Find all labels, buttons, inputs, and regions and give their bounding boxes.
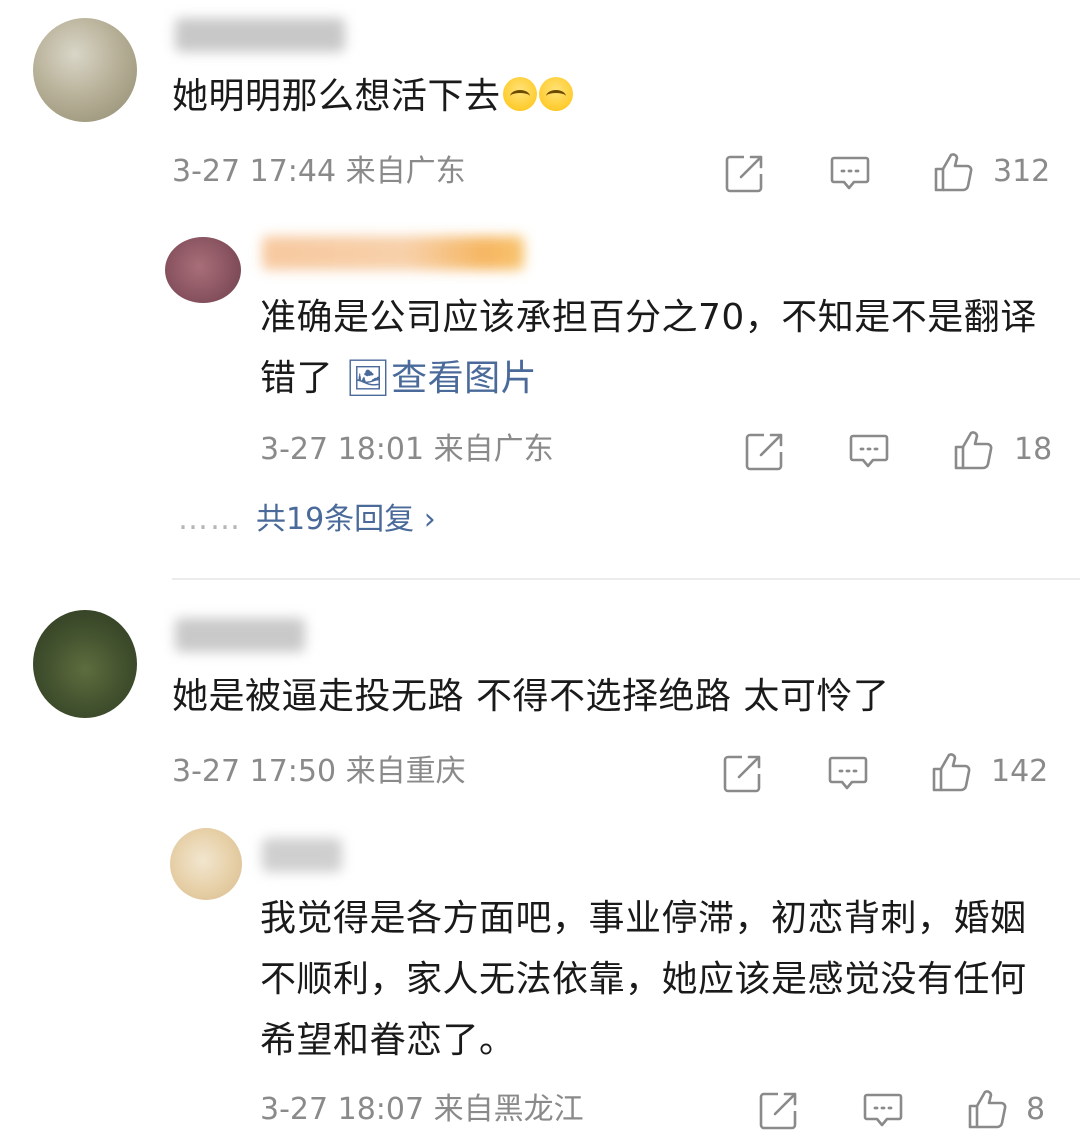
- like-count: 312: [993, 154, 1051, 189]
- comment-text: 她是被逼走投无路 不得不选择绝路 太可怜了: [172, 676, 890, 717]
- avatar[interactable]: [33, 610, 137, 718]
- share-icon[interactable]: [742, 428, 788, 474]
- username-blurred[interactable]: [262, 236, 524, 270]
- comment-time: 3-27 17:50: [172, 754, 337, 789]
- comment-text: 准确是公司应该承担百分之70，不知是不是翻译错了 🖼查看图片: [260, 297, 1037, 399]
- avatar[interactable]: [170, 828, 242, 900]
- comment-meta: 3-27 17:44 来自广东: [172, 152, 466, 192]
- like-count: 8: [1026, 1092, 1046, 1127]
- like-count: 142: [991, 754, 1049, 789]
- dots: ……: [178, 502, 242, 537]
- comment-location: 来自黑龙江: [433, 1092, 584, 1127]
- like-icon[interactable]: [928, 750, 974, 796]
- comment-meta: 3-27 17:50 来自重庆: [172, 752, 466, 792]
- comment-location: 来自广东: [345, 154, 466, 189]
- username-blurred[interactable]: [262, 838, 342, 872]
- share-icon[interactable]: [756, 1087, 802, 1133]
- username-blurred[interactable]: [175, 18, 345, 52]
- avatar[interactable]: [165, 237, 241, 303]
- comment-meta: 3-27 18:07 来自黑龙江: [260, 1090, 584, 1130]
- username-blurred[interactable]: [175, 618, 305, 652]
- comment-time: 3-27 18:07: [260, 1092, 425, 1127]
- like-icon[interactable]: [930, 150, 976, 196]
- comment-text: 我觉得是各方面吧，事业停滞，初恋背刺，婚姻不顺利，家人无法依靠，她应该是感觉没有…: [260, 898, 1027, 1061]
- view-replies-button[interactable]: …… 共19条回复 ›: [178, 500, 436, 540]
- comment-time: 3-27 17:44: [172, 154, 337, 189]
- crying-face-emoji: [502, 77, 537, 111]
- avatar[interactable]: [33, 18, 137, 122]
- comment-time: 3-27 18:01: [260, 432, 425, 467]
- comment-icon[interactable]: [827, 150, 873, 196]
- like-icon[interactable]: [950, 428, 996, 474]
- reply-count-label: 共19条回复 ›: [256, 502, 436, 537]
- comment-location: 来自广东: [433, 432, 554, 467]
- share-icon[interactable]: [720, 750, 766, 796]
- comment-icon[interactable]: [846, 428, 892, 474]
- divider: [172, 578, 1080, 580]
- comment-text: 她明明那么想活下去: [172, 66, 573, 127]
- comment-location: 来自重庆: [345, 754, 466, 789]
- comment-icon[interactable]: [860, 1087, 906, 1133]
- comment-meta: 3-27 18:01 来自广东: [260, 430, 554, 470]
- comment-icon[interactable]: [825, 750, 871, 796]
- crying-face-emoji: [538, 77, 573, 111]
- view-image-link[interactable]: 🖼查看图片: [345, 358, 537, 399]
- share-icon[interactable]: [722, 150, 768, 196]
- like-icon[interactable]: [964, 1087, 1010, 1133]
- like-count: 18: [1014, 432, 1053, 467]
